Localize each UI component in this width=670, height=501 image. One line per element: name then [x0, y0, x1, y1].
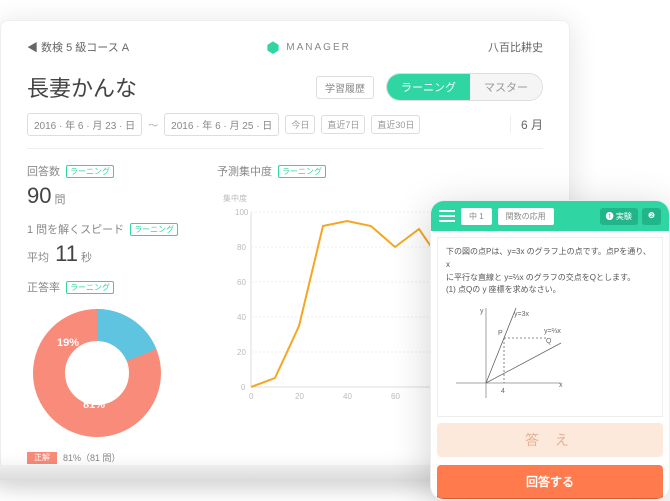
quick-today[interactable]: 今日 — [285, 115, 315, 134]
header-btn-1[interactable]: ❶ 実験 — [600, 208, 638, 225]
accuracy-label: 正答率 ラーニング — [27, 279, 187, 295]
crumb-grade[interactable]: 中 1 — [461, 208, 492, 225]
svg-text:x: x — [559, 382, 563, 389]
speed-label-text: 1 問を解くスピード — [27, 221, 124, 237]
y-axis-label: 集中度 — [223, 193, 247, 203]
learning-tag: ラーニング — [278, 165, 326, 178]
quick-7days[interactable]: 直近7日 — [321, 115, 365, 134]
answers-number: 90 — [27, 183, 51, 208]
problem-line-1: 下の図の点Pは、y=3x のグラフ上の点です。点Pを通り、x — [446, 246, 654, 272]
legend-correct-text: 81%（81 問） — [63, 451, 121, 464]
svg-text:0: 0 — [249, 392, 254, 401]
accuracy-label-text: 正答率 — [27, 279, 60, 295]
learning-tag: ラーニング — [66, 165, 114, 178]
problem-graph-icon: x y y=3x y=⅔x P Q 4 — [446, 303, 566, 403]
date-separator: 〜 — [148, 117, 158, 132]
svg-text:y=⅔x: y=⅔x — [544, 328, 561, 335]
back-link[interactable]: ◀ 数検 5 級コース A — [27, 39, 129, 55]
mode-master[interactable]: マスター — [470, 74, 542, 100]
mode-toggle[interactable]: ラーニング マスター — [386, 73, 543, 101]
date-to[interactable]: 2016 · 年 6 · 月 25 · 日 — [164, 113, 279, 136]
topbar: ◀ 数検 5 級コース A MANAGER 八百比耕史 — [27, 39, 543, 65]
svg-text:40: 40 — [237, 313, 246, 322]
incorrect-percent: 19% — [57, 337, 79, 349]
brand-logo-icon — [266, 40, 280, 54]
answers-unit: 問 — [54, 194, 65, 206]
tablet-header-buttons: ❶ 実験 ❷ — [600, 208, 661, 225]
problem-line-3: (1) 点Qの y 座標を求めなさい。 — [446, 284, 654, 297]
mode-learning[interactable]: ラーニング — [387, 74, 470, 100]
chart-title-text: 予測集中度 — [217, 163, 272, 179]
answer-input[interactable]: 答 え — [437, 423, 663, 457]
mode-controls: 学習履歴 ラーニング マスター — [316, 73, 543, 101]
date-from[interactable]: 2016 · 年 6 · 月 23 · 日 — [27, 113, 142, 136]
hamburger-icon[interactable] — [439, 210, 455, 222]
crumb-topic[interactable]: 関数の応用 — [498, 208, 554, 225]
tablet-frame: 中 1 関数の応用 ❶ 実験 ❷ 下の図の点Pは、y=3x のグラフ上の点です。… — [430, 200, 670, 500]
date-filter-row: 2016 · 年 6 · 月 23 · 日 〜 2016 · 年 6 · 月 2… — [27, 113, 543, 149]
svg-text:100: 100 — [235, 208, 249, 217]
user-name[interactable]: 八百比耕史 — [488, 39, 543, 55]
chart-title: 予測集中度 ラーニング — [217, 163, 543, 179]
svg-text:4: 4 — [501, 388, 505, 395]
svg-text:40: 40 — [343, 392, 352, 401]
quick-30days[interactable]: 直近30日 — [371, 115, 420, 134]
svg-text:y: y — [480, 308, 484, 315]
speed-number: 11 — [55, 241, 78, 266]
brand: MANAGER — [266, 40, 351, 54]
svg-text:80: 80 — [237, 243, 246, 252]
speed-prefix: 平均 — [27, 252, 49, 264]
learning-tag: ラーニング — [66, 281, 114, 294]
svg-text:20: 20 — [237, 348, 246, 357]
problem-card: 下の図の点Pは、y=3x のグラフ上の点です。点Pを通り、x に平行な直線と y… — [437, 237, 663, 417]
legend-correct: 正解 81%（81 問） — [27, 451, 187, 464]
month-label: 6 月 — [510, 116, 543, 133]
svg-text:60: 60 — [391, 392, 400, 401]
svg-text:P: P — [498, 330, 503, 337]
submit-answer-button[interactable]: 回答する — [437, 465, 663, 498]
learning-tag: ラーニング — [130, 223, 178, 236]
history-button[interactable]: 学習履歴 — [316, 76, 374, 99]
page-title: 長妻かんな — [27, 71, 137, 103]
svg-text:60: 60 — [237, 278, 246, 287]
answers-value: 90問 — [27, 183, 187, 209]
svg-text:20: 20 — [295, 392, 304, 401]
problem-line-2: に平行な直線と y=⅔x のグラフの交点をQとします。 — [446, 272, 654, 285]
speed-value: 平均 11秒 — [27, 241, 187, 267]
correct-percent: 81% — [83, 399, 105, 411]
speed-unit: 秒 — [81, 252, 92, 264]
svg-text:y=3x: y=3x — [514, 311, 529, 318]
tablet-header: 中 1 関数の応用 ❶ 実験 ❷ — [431, 201, 669, 231]
stats-column: 回答数 ラーニング 90問 1 問を解くスピード ラーニング 平均 11秒 正答… — [27, 163, 187, 479]
svg-text:Q: Q — [546, 338, 552, 345]
header-btn-2[interactable]: ❷ — [642, 208, 661, 225]
donut-chart-icon — [27, 303, 167, 443]
swatch-correct: 正解 — [27, 452, 57, 464]
answers-label: 回答数 ラーニング — [27, 163, 187, 179]
accuracy-donut: 81% 19% — [27, 303, 167, 443]
page-header: 長妻かんな 学習履歴 ラーニング マスター — [27, 71, 543, 103]
svg-text:0: 0 — [241, 383, 246, 392]
answers-label-text: 回答数 — [27, 163, 60, 179]
brand-text: MANAGER — [286, 42, 351, 53]
speed-label: 1 問を解くスピード ラーニング — [27, 221, 187, 237]
